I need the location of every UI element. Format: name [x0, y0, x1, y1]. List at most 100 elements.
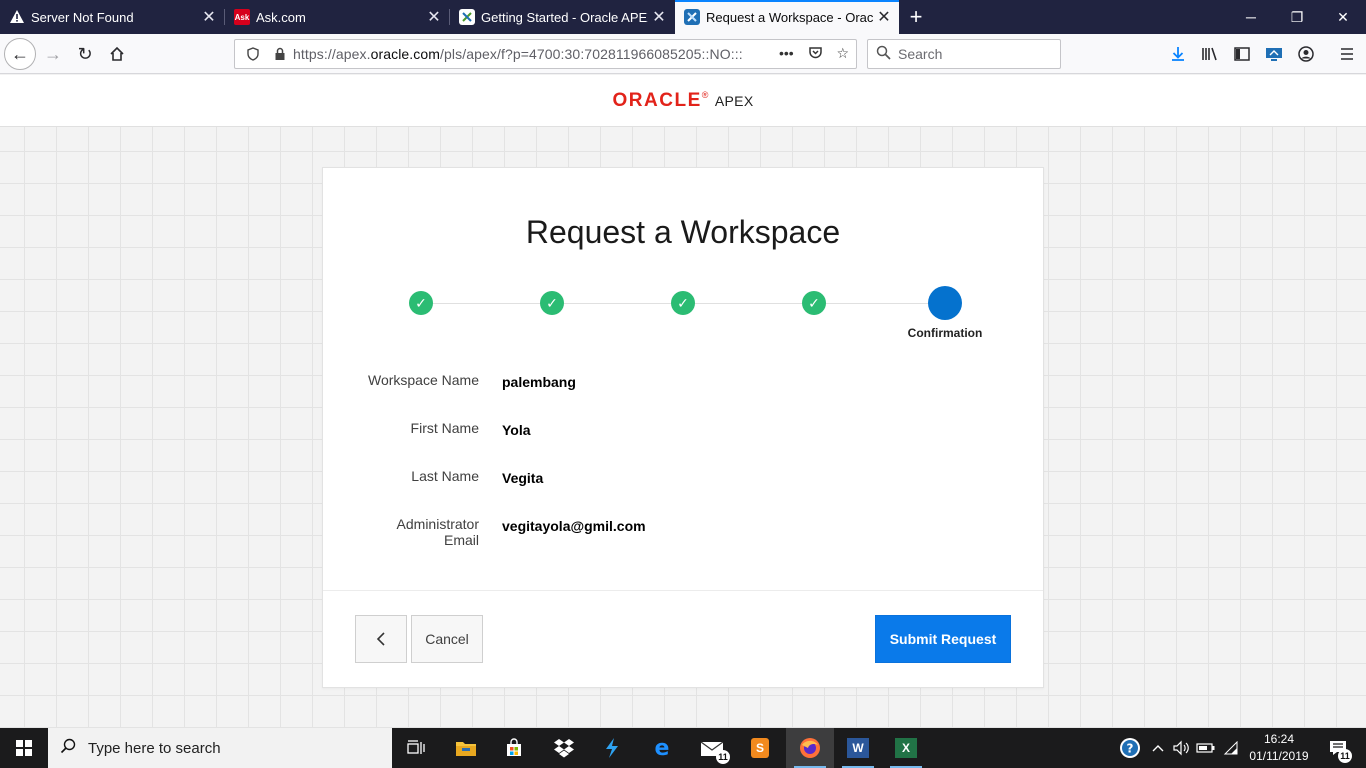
tab-title: Request a Workspace - Oracle APEX [706, 9, 873, 25]
dropbox-icon [554, 739, 574, 758]
help-icon: ? [1120, 738, 1140, 758]
firefox-icon [800, 738, 820, 758]
sidebar-icon[interactable] [1230, 42, 1254, 66]
back-button[interactable]: ← [4, 38, 36, 70]
sublime-text-icon: S [751, 738, 769, 758]
request-workspace-card: Request a Workspace ✓ ✓ ✓ ✓ Confirmation… [322, 167, 1044, 688]
footer-divider [323, 590, 1043, 591]
previous-button[interactable] [355, 615, 407, 663]
field-label: Workspace Name [367, 372, 479, 388]
taskbar-visual-studio-code[interactable] [588, 728, 636, 768]
tab-close-icon[interactable]: ✕ [423, 7, 445, 27]
mail-badge: 11 [716, 750, 730, 764]
field-value: Vegita [502, 470, 544, 486]
logo-product: APEX [714, 92, 754, 109]
windows-taskbar: Type here to search e 11 S W X ? 16:24 0… [0, 728, 1366, 768]
apex-header: ORACLE® APEX [0, 75, 1366, 127]
step-1-complete: ✓ [409, 291, 433, 315]
windows-logo-icon [16, 740, 32, 756]
step-2-complete: ✓ [540, 291, 564, 315]
system-clock[interactable]: 16:24 01/11/2019 [1240, 731, 1318, 765]
step-5-current [928, 286, 962, 320]
extension-icon[interactable] [1262, 42, 1286, 66]
url-domain: oracle.com [370, 46, 441, 62]
check-icon: ✓ [415, 294, 427, 311]
tray-overflow-chevron-icon[interactable] [1148, 728, 1168, 768]
reload-icon: ↻ [77, 43, 93, 64]
check-icon: ✓ [677, 294, 689, 311]
tray-help[interactable]: ? [1116, 728, 1144, 768]
page-actions-icon[interactable]: ••• [779, 45, 794, 63]
tab-request-workspace[interactable]: Request a Workspace - Oracle APEX ✕ [675, 0, 899, 34]
taskbar-search-placeholder: Type here to search [88, 739, 221, 757]
tab-close-icon[interactable]: ✕ [648, 7, 670, 27]
chevron-left-icon [376, 632, 385, 646]
taskbar-store[interactable] [490, 728, 538, 768]
tab-close-icon[interactable]: ✕ [873, 7, 895, 27]
tab-getting-started[interactable]: Getting Started - Oracle APEX ✕ [450, 0, 674, 34]
lightning-app-icon [606, 738, 618, 758]
clock-time: 16:24 [1263, 732, 1295, 746]
field-label: Administrator Email [396, 516, 479, 548]
task-view-button[interactable] [392, 728, 440, 768]
tab-server-not-found[interactable]: Server Not Found ✕ [0, 0, 224, 34]
apex-icon [459, 9, 475, 25]
menu-icon[interactable] [1335, 42, 1359, 66]
cancel-button[interactable]: Cancel [411, 615, 483, 663]
arrow-right-icon: → [44, 43, 62, 64]
bookmark-star-icon[interactable]: ☆ [836, 45, 849, 63]
search-bar[interactable]: Search [867, 39, 1061, 69]
step-4-complete: ✓ [802, 291, 826, 315]
reload-button[interactable]: ↻ [69, 38, 101, 70]
account-icon[interactable] [1294, 42, 1318, 66]
shield-icon[interactable] [246, 47, 260, 61]
word-icon: W [847, 738, 869, 758]
oracle-apex-logo[interactable]: ORACLE® APEX [613, 90, 754, 112]
start-button[interactable] [0, 728, 48, 768]
taskbar-file-explorer[interactable] [442, 728, 490, 768]
url-bar[interactable]: https://apex.oracle.com/pls/apex/f?p=470… [234, 39, 857, 69]
clock-date: 01/11/2019 [1249, 749, 1309, 763]
folder-icon [456, 742, 476, 756]
tab-ask[interactable]: Ask Ask.com ✕ [225, 0, 449, 34]
excel-icon: X [895, 738, 917, 758]
taskbar-excel[interactable]: X [882, 728, 930, 768]
taskbar-dropbox[interactable] [540, 728, 588, 768]
lock-icon[interactable] [274, 47, 286, 61]
downloads-icon[interactable] [1166, 42, 1190, 66]
taskbar-edge[interactable]: e [638, 728, 686, 768]
home-icon [110, 46, 124, 61]
warning-icon [9, 9, 25, 25]
taskbar-sublime-text[interactable]: S [736, 728, 784, 768]
new-tab-icon[interactable]: + [902, 0, 930, 34]
tab-title: Ask.com [256, 9, 306, 25]
taskbar-search[interactable]: Type here to search [48, 728, 392, 768]
taskbar-word[interactable]: W [834, 728, 882, 768]
field-value: vegitayola@gmil.com [502, 518, 646, 534]
step-3-complete: ✓ [671, 291, 695, 315]
close-window-icon[interactable]: ✕ [1320, 0, 1366, 34]
taskbar-firefox[interactable] [786, 728, 834, 768]
browser-toolbar: ← → ↻ https://apex.oracle.com/pls/apex/f… [0, 34, 1366, 74]
volume-icon[interactable] [1170, 728, 1192, 768]
logo-brand: ORACLE® [613, 90, 710, 112]
library-icon[interactable] [1198, 42, 1222, 66]
submit-request-button[interactable]: Submit Request [875, 615, 1011, 663]
logo-registered-mark: ® [701, 89, 710, 100]
battery-icon[interactable] [1194, 728, 1218, 768]
pocket-icon[interactable] [808, 45, 823, 63]
check-icon: ✓ [808, 294, 820, 311]
forward-button[interactable]: → [37, 38, 69, 70]
check-icon: ✓ [546, 294, 558, 311]
action-center-button[interactable]: 11 [1320, 728, 1356, 768]
field-label: First Name [410, 420, 479, 436]
home-button[interactable] [101, 38, 133, 70]
minimize-icon[interactable]: ─ [1228, 0, 1274, 34]
url-text[interactable]: https://apex.oracle.com/pls/apex/f?p=470… [293, 46, 772, 62]
taskbar-mail[interactable]: 11 [688, 728, 736, 768]
wizard-progress: ✓ ✓ ✓ ✓ Confirmation [323, 286, 1043, 346]
restore-icon[interactable]: ❐ [1274, 0, 1320, 34]
svg-text:?: ? [1127, 742, 1134, 756]
tab-close-icon[interactable]: ✕ [198, 7, 220, 27]
wifi-icon[interactable] [1220, 728, 1242, 768]
